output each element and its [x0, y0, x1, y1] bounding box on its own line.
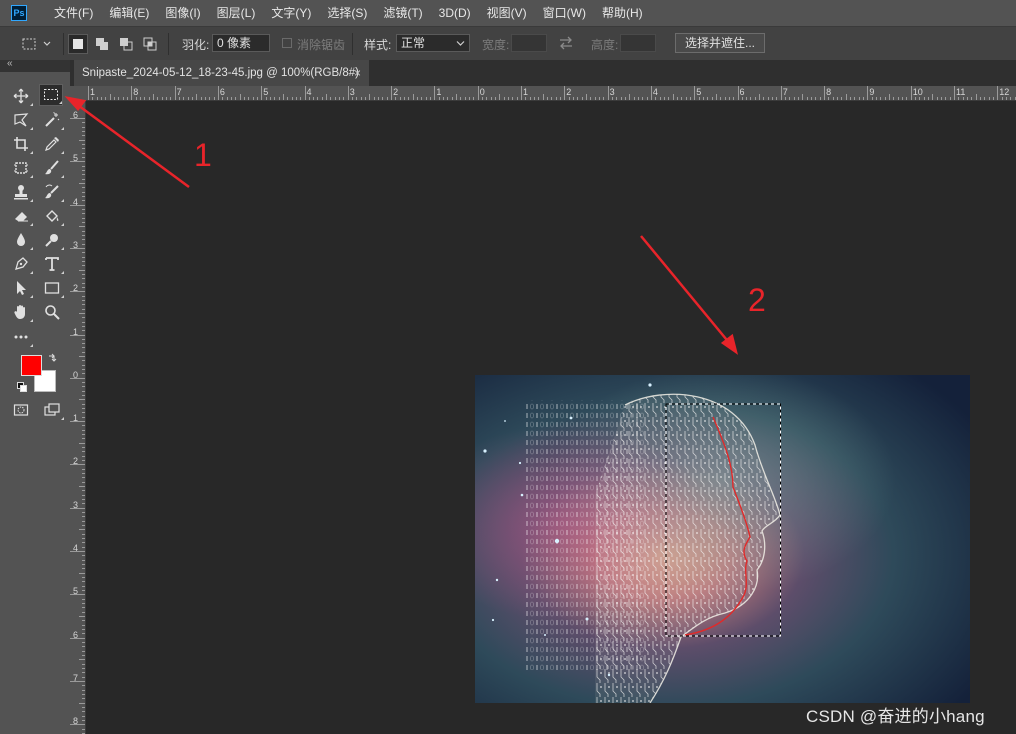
annotation-label-2: 2 — [748, 282, 766, 318]
foreground-color-swatch[interactable] — [21, 355, 42, 376]
annotation-arrow-2 — [640, 235, 732, 346]
annotation-label-1: 1 — [194, 137, 212, 173]
watermark-text: CSDN @奋进的小hang — [806, 707, 985, 726]
annotation-arrow-1 — [74, 101, 190, 189]
annotation-overlay — [64, 96, 739, 355]
